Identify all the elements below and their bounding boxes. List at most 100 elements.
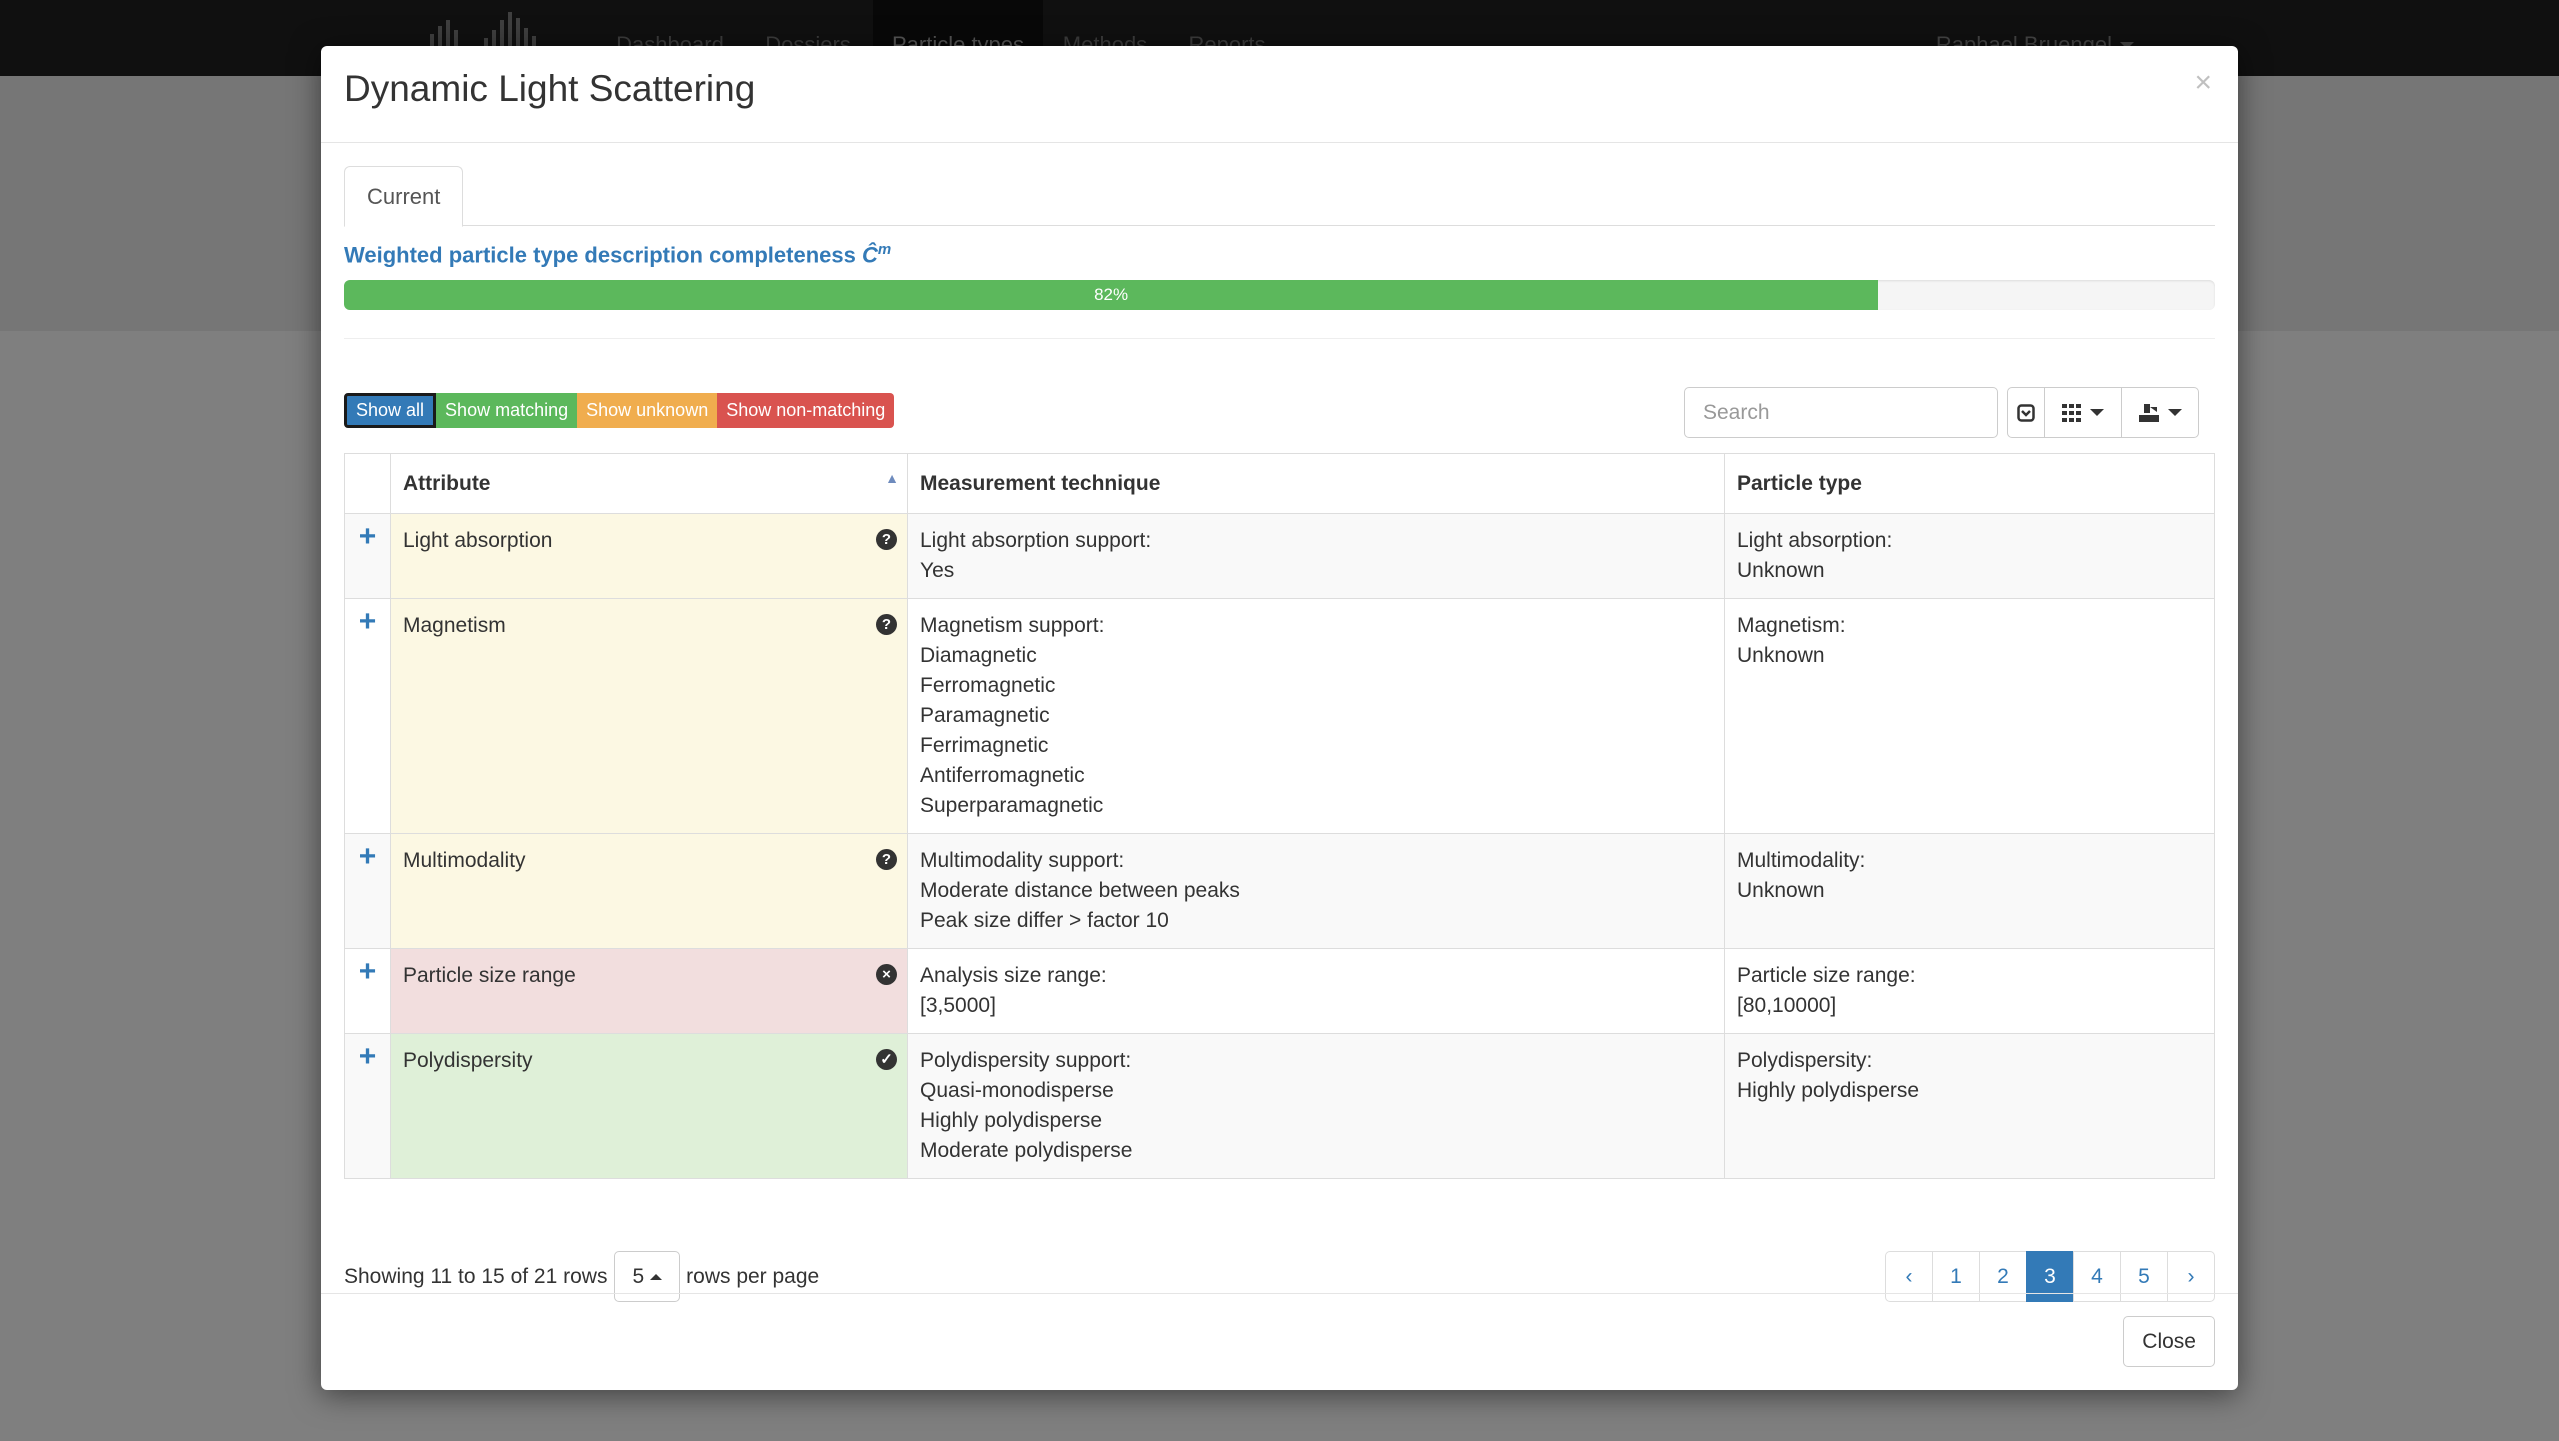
modal-footer: Close (321, 1293, 2238, 1390)
expand-cell: + (344, 598, 391, 834)
page-size-value: 5 (632, 1264, 645, 1288)
measurement-line: Antiferromagnetic (920, 764, 1085, 787)
close-button[interactable]: Close (2123, 1316, 2215, 1367)
completeness-label: Weighted particle type description compl… (344, 242, 856, 268)
column-header-attribute-label: Attribute (403, 471, 491, 495)
plus-icon[interactable]: + (345, 842, 390, 872)
attribute-label: Polydispersity (403, 1049, 533, 1072)
search-input[interactable] (1684, 387, 1998, 438)
measurement-line: Polydispersity support: (920, 1049, 1132, 1072)
particle-line: Unknown (1737, 879, 1825, 902)
plus-icon[interactable]: + (345, 1042, 390, 1072)
completeness-progress: 82% (344, 280, 2215, 310)
export-button[interactable] (2121, 387, 2199, 438)
measurement-line: Quasi-monodisperse (920, 1079, 1114, 1102)
attribute-cell: Polydispersity ✓ (390, 1033, 908, 1179)
attribute-cell: Multimodality? (390, 833, 908, 949)
times-circle-icon: × (876, 964, 897, 985)
export-icon (2139, 403, 2159, 422)
attribute-label: Magnetism (403, 614, 506, 637)
columns-button[interactable] (2044, 387, 2122, 438)
plus-icon[interactable]: + (345, 522, 390, 552)
table-row: + Particle size range × Analysis size range… (344, 948, 2215, 1034)
measurement-line: Highly polydisperse (920, 1109, 1103, 1132)
particle-line: Unknown (1737, 559, 1825, 582)
modal-title: Dynamic Light Scattering (344, 68, 756, 109)
plus-icon[interactable]: + (345, 957, 390, 987)
measurement-cell: Magnetism support: Diamagnetic Ferromagnet… (907, 598, 1725, 834)
particle-cell: Multimodality: Unknown (1724, 833, 2215, 949)
attribute-label: Light absorption (403, 529, 553, 552)
measurement-line: Analysis size range: (920, 964, 1107, 987)
table-row: + Polydispersity ✓ Polydispersity support: Q… (344, 1033, 2215, 1179)
particle-line: Multimodality: (1737, 849, 1866, 872)
particle-cell: Light absorption: Unknown (1724, 513, 2215, 599)
table-row: + Magnetism? Magnetism support: Diamagnetic… (344, 598, 2215, 834)
modal-dialog: Dynamic Light Scattering × Current Weigh… (321, 46, 2238, 1390)
tab-bar: Current (344, 166, 2215, 227)
measurement-line: Moderate polydisperse (920, 1139, 1133, 1162)
measurement-line: Ferromagnetic (920, 674, 1056, 697)
attribute-cell: Magnetism? (390, 598, 908, 834)
plus-icon[interactable]: + (345, 607, 390, 637)
expand-cell: + (344, 833, 391, 949)
caret-down-icon (2168, 409, 2182, 416)
tab-current[interactable]: Current (344, 166, 464, 227)
check-circle-icon: ✓ (876, 1049, 897, 1070)
particle-line: Light absorption: (1737, 529, 1893, 552)
column-header-particle[interactable]: Particle type (1724, 453, 2215, 514)
expand-column-header (344, 453, 391, 514)
question-circle-icon: ? (876, 614, 897, 635)
logo-bars-large (484, 10, 536, 48)
table-row: + Multimodality? Multimodality support: Mod… (344, 833, 2215, 949)
measurement-line: Multimodality support: (920, 849, 1125, 872)
attribute-cell: Light absorption? (390, 513, 908, 599)
column-header-attribute[interactable]: Attribute ▲ (390, 453, 908, 514)
question-circle-icon: ? (876, 529, 897, 550)
completeness-symbol: Ĉ (861, 242, 878, 268)
measurement-cell: Multimodality support: Moderate distance … (907, 833, 1725, 949)
particle-cell: Polydispersity: Highly polydisperse (1724, 1033, 2215, 1179)
measurement-cell: Polydispersity support: Quasi-monodispers… (907, 1033, 1725, 1179)
column-header-measurement[interactable]: Measurement technique (907, 453, 1725, 514)
measurement-line: Peak size differ > factor 10 (920, 909, 1169, 932)
progress-label: 82% (1094, 285, 1129, 304)
logo-bars-small (430, 10, 458, 48)
show-unknown-button[interactable]: Show unknown (577, 393, 718, 428)
expand-cell: + (344, 1033, 391, 1179)
particle-line: Unknown (1737, 644, 1825, 667)
measurement-cell: Light absorption support: Yes (907, 513, 1725, 599)
measurement-line: Magnetism support: (920, 614, 1105, 637)
toggle-icon (2017, 403, 2035, 422)
completeness-heading: Weighted particle type description compl… (344, 241, 891, 268)
measurement-line: Superparamagnetic (920, 794, 1104, 817)
table-toolbar (2007, 387, 2199, 438)
showing-rows-text: Showing 11 to 15 of 21 rows (344, 1264, 608, 1288)
divider (344, 338, 2215, 339)
show-non-matching-button[interactable]: Show non-matching (717, 393, 895, 428)
brand-logo[interactable] (430, 10, 536, 48)
caret-down-icon (2090, 409, 2104, 416)
show-all-button[interactable]: Show all (344, 393, 437, 428)
show-matching-button[interactable]: Show matching (436, 393, 578, 428)
comparison-table: Attribute ▲ Measurement technique Partic… (344, 453, 2215, 1179)
measurement-line: Paramagnetic (920, 704, 1050, 727)
particle-line: [80,10000] (1737, 994, 1837, 1017)
particle-line: Particle size range: (1737, 964, 1916, 987)
toggle-view-button[interactable] (2007, 387, 2045, 438)
measurement-cell: Analysis size range: [3,5000] (907, 948, 1725, 1034)
expand-cell: + (344, 948, 391, 1034)
attribute-label: Multimodality (403, 849, 526, 872)
measurement-line: Diamagnetic (920, 644, 1037, 667)
grid-icon (2062, 403, 2081, 422)
close-icon[interactable]: × (2194, 66, 2212, 100)
measurement-line: Moderate distance between peaks (920, 879, 1240, 902)
table-header-row: Attribute ▲ Measurement technique Partic… (344, 453, 2215, 514)
measurement-line: Ferrimagnetic (920, 734, 1049, 757)
measurement-line: [3,5000] (920, 994, 996, 1017)
modal-header: Dynamic Light Scattering × (321, 46, 2238, 143)
expand-cell: + (344, 513, 391, 599)
sort-asc-icon: ▲ (885, 470, 899, 486)
attribute-cell: Particle size range × (390, 948, 908, 1034)
rows-per-page-text: rows per page (686, 1264, 820, 1288)
